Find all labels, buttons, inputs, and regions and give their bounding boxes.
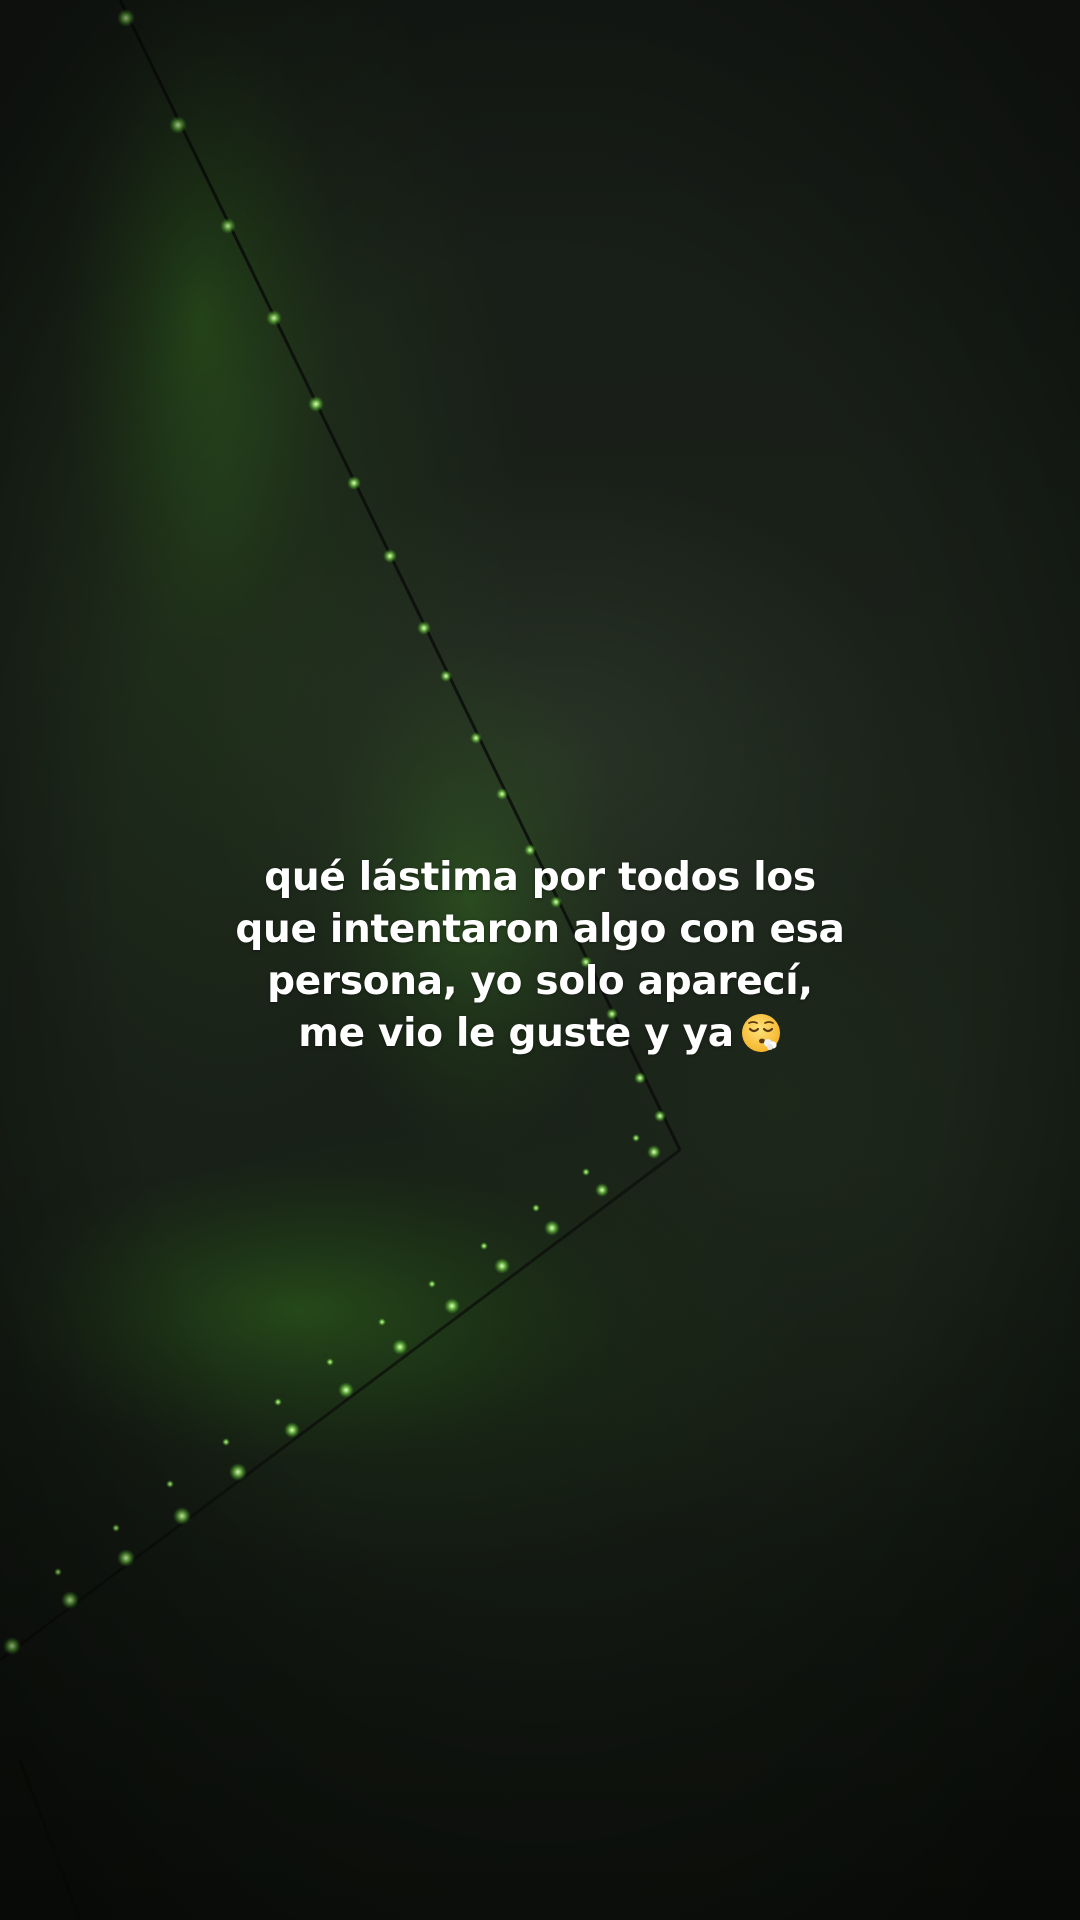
light-haze xyxy=(0,1160,620,1460)
caption-line-4: me vio le guste y ya xyxy=(298,1011,734,1056)
caption-line-1: qué lástima por todos los xyxy=(264,855,816,900)
wall-edge-line xyxy=(18,1759,82,1920)
caption-line-3: persona, yo solo aparecí, xyxy=(267,959,813,1004)
light-haze xyxy=(60,0,340,650)
caption-text: qué lástima por todos los que intentaron… xyxy=(140,852,940,1060)
face-exhaling-emoji-icon xyxy=(740,1012,782,1054)
photo-background: qué lástima por todos los que intentaron… xyxy=(0,0,1080,1920)
caption-line-2: que intentaron algo con esa xyxy=(235,907,845,952)
caption-line-4-wrap: me vio le guste y ya xyxy=(140,1008,940,1060)
